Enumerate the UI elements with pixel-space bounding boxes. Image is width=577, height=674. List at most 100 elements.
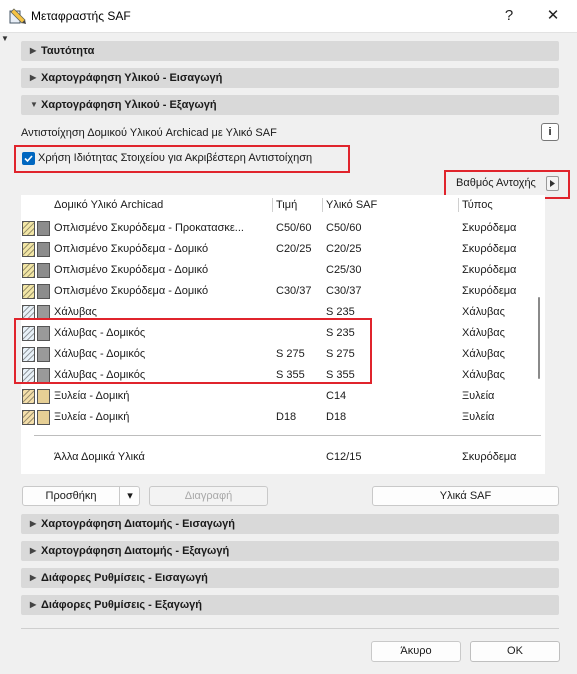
section-label: Χαρτογράφηση Υλικού - Εισαγωγή xyxy=(41,72,223,84)
section-label: Διάφορες Ρυθμίσεις - Εξαγωγή xyxy=(41,599,202,611)
cell-type: Χάλυβας xyxy=(462,369,505,381)
cell-material: Άλλα Δομικά Υλικά xyxy=(54,451,145,463)
cell-saf: C14 xyxy=(326,390,347,402)
cell-type: Σκυρόδεμα xyxy=(462,264,517,276)
add-split-button: Προσθήκη ▾ xyxy=(22,486,140,506)
saf-materials-button[interactable]: Υλικά SAF xyxy=(372,486,559,506)
checkmark-icon xyxy=(24,155,33,163)
cell-saf: D18 xyxy=(326,411,347,423)
material-surface-swatch xyxy=(37,410,50,425)
cell-saf: S 235 xyxy=(326,306,355,318)
highlight-box-steel-rows xyxy=(14,318,372,384)
section-material-import[interactable]: ▶ Χαρτογράφηση Υλικού - Εισαγωγή xyxy=(21,68,559,88)
material-hatch-swatch xyxy=(22,410,35,425)
add-button[interactable]: Προσθήκη xyxy=(23,490,119,502)
cell-type: Χάλυβας xyxy=(462,348,505,360)
cell-material: Ξυλεία - Δομική xyxy=(54,411,130,423)
table-row[interactable]: Ξυλεία - Δομική D18 D18 Ξυλεία xyxy=(21,407,545,428)
material-surface-swatch xyxy=(37,263,50,278)
footer-divider xyxy=(21,628,559,629)
cell-value: C30/37 xyxy=(276,285,312,297)
info-icon: i xyxy=(548,126,552,138)
delete-button[interactable]: Διαγραφή xyxy=(149,486,268,506)
cell-type: Σκυρόδεμα xyxy=(462,285,517,297)
table-row-other[interactable]: Άλλα Δομικά Υλικά C12/15 Σκυρόδεμα xyxy=(21,447,545,468)
section-identity[interactable]: ▶ Ταυτότητα xyxy=(21,41,559,61)
cell-material: Οπλισμένο Σκυρόδεμα - Δομικό xyxy=(54,243,209,255)
table-row[interactable]: Οπλισμένο Σκυρόδεμα - Δομικό C30/37 C30/37… xyxy=(21,281,545,302)
cell-material: Οπλισμένο Σκυρόδεμα - Δομικό xyxy=(54,264,209,276)
cell-type: Σκυρόδεμα xyxy=(462,451,517,463)
cancel-button[interactable]: Άκυρο xyxy=(371,641,461,662)
column-header-type[interactable]: Τύπος xyxy=(462,199,493,211)
cell-saf: C50/60 xyxy=(326,222,362,234)
material-surface-swatch xyxy=(37,242,50,257)
material-surface-swatch xyxy=(37,389,50,404)
column-header-value[interactable]: Τιμή xyxy=(276,199,297,211)
ok-button[interactable]: OK xyxy=(470,641,560,662)
cell-type: Χάλυβας xyxy=(462,327,505,339)
triangle-right-icon: ▶ xyxy=(30,46,37,55)
table-row[interactable]: Ξυλεία - Δομική C14 Ξυλεία xyxy=(21,386,545,407)
cell-saf: C20/25 xyxy=(326,243,362,255)
material-surface-swatch xyxy=(37,284,50,299)
section-label: Χαρτογράφηση Υλικού - Εξαγωγή xyxy=(41,99,217,111)
section-label: Διάφορες Ρυθμίσεις - Εισαγωγή xyxy=(41,572,208,584)
material-hatch-swatch xyxy=(22,221,35,236)
section-profile-export[interactable]: ▶ Χαρτογράφηση Διατομής - Εξαγωγή xyxy=(21,541,559,561)
cell-type: Χάλυβας xyxy=(462,306,505,318)
section-label: Ταυτότητα xyxy=(41,45,95,57)
property-checkbox[interactable] xyxy=(22,152,35,165)
triangle-right-icon: ▶ xyxy=(30,519,37,528)
cell-type: Σκυρόδεμα xyxy=(462,243,517,255)
cell-type: Σκυρόδεμα xyxy=(462,222,517,234)
cell-type: Ξυλεία xyxy=(462,411,495,423)
cell-material: Ξυλεία - Δομική xyxy=(54,390,130,402)
property-menu-button[interactable] xyxy=(546,176,559,191)
cell-material: Οπλισμένο Σκυρόδεμα - Προκατασκε... xyxy=(54,222,244,234)
section-label: Χαρτογράφηση Διατομής - Εξαγωγή xyxy=(41,545,230,557)
close-button[interactable]: ✕ xyxy=(539,4,567,28)
table-row[interactable]: Οπλισμένο Σκυρόδεμα - Δομικό C25/30 Σκυρόδ… xyxy=(21,260,545,281)
title-bar: Μεταφραστής SAF ? ✕ xyxy=(0,0,577,33)
triangle-right-icon: ▶ xyxy=(30,73,37,82)
table-scrollbar[interactable] xyxy=(538,297,540,379)
table-divider xyxy=(34,435,541,436)
checkbox-label: Χρήση Ιδιότητας Στοιχείου για Ακριβέστερ… xyxy=(38,152,313,164)
section-material-export[interactable]: ▼ Χαρτογράφηση Υλικού - Εξαγωγή xyxy=(21,95,559,115)
material-hatch-swatch xyxy=(22,284,35,299)
table-row[interactable]: Οπλισμένο Σκυρόδεμα - Προκατασκε... C50/6… xyxy=(21,218,545,239)
cell-value: C50/60 xyxy=(276,222,312,234)
column-header-saf[interactable]: Υλικό SAF xyxy=(326,199,377,211)
column-header-material[interactable]: Δομικό Υλικό Archicad xyxy=(54,199,163,211)
cell-saf: C12/15 xyxy=(326,451,362,463)
cell-material: Χάλυβας xyxy=(54,306,97,318)
window-title: Μεταφραστής SAF xyxy=(31,9,131,23)
section-misc-import[interactable]: ▶ Διάφορες Ρυθμίσεις - Εισαγωγή xyxy=(21,568,559,588)
triangle-right-icon: ▶ xyxy=(30,600,37,609)
app-icon xyxy=(9,8,26,24)
arrow-right-icon xyxy=(550,180,555,187)
add-menu-icon[interactable]: ▾ xyxy=(121,489,139,502)
section-label: Χαρτογράφηση Διατομής - Εισαγωγή xyxy=(41,518,236,530)
cell-saf: C25/30 xyxy=(326,264,362,276)
table-row[interactable]: Οπλισμένο Σκυρόδεμα - Δομικό C20/25 C20/25… xyxy=(21,239,545,260)
cell-type: Ξυλεία xyxy=(462,390,495,402)
material-hatch-swatch xyxy=(22,263,35,278)
cell-material: Οπλισμένο Σκυρόδεμα - Δομικό xyxy=(54,285,209,297)
mapping-description: Αντιστοίχηση Δομικού Υλικού Archicad με … xyxy=(21,127,277,139)
property-button[interactable]: Βαθμός Αντοχής xyxy=(456,177,536,189)
material-hatch-swatch xyxy=(22,389,35,404)
triangle-right-icon: ▶ xyxy=(30,546,37,555)
info-button[interactable]: i xyxy=(541,123,559,141)
section-profile-import[interactable]: ▶ Χαρτογράφηση Διατομής - Εισαγωγή xyxy=(21,514,559,534)
material-hatch-swatch xyxy=(22,242,35,257)
cell-value: C20/25 xyxy=(276,243,312,255)
help-button[interactable]: ? xyxy=(495,4,523,28)
triangle-down-icon: ▼ xyxy=(30,100,38,109)
section-misc-export[interactable]: ▶ Διάφορες Ρυθμίσεις - Εξαγωγή xyxy=(21,595,559,615)
triangle-right-icon: ▶ xyxy=(30,573,37,582)
cell-value: D18 xyxy=(276,411,297,423)
cell-saf: C30/37 xyxy=(326,285,362,297)
property-button-label: Βαθμός Αντοχής xyxy=(456,177,536,189)
